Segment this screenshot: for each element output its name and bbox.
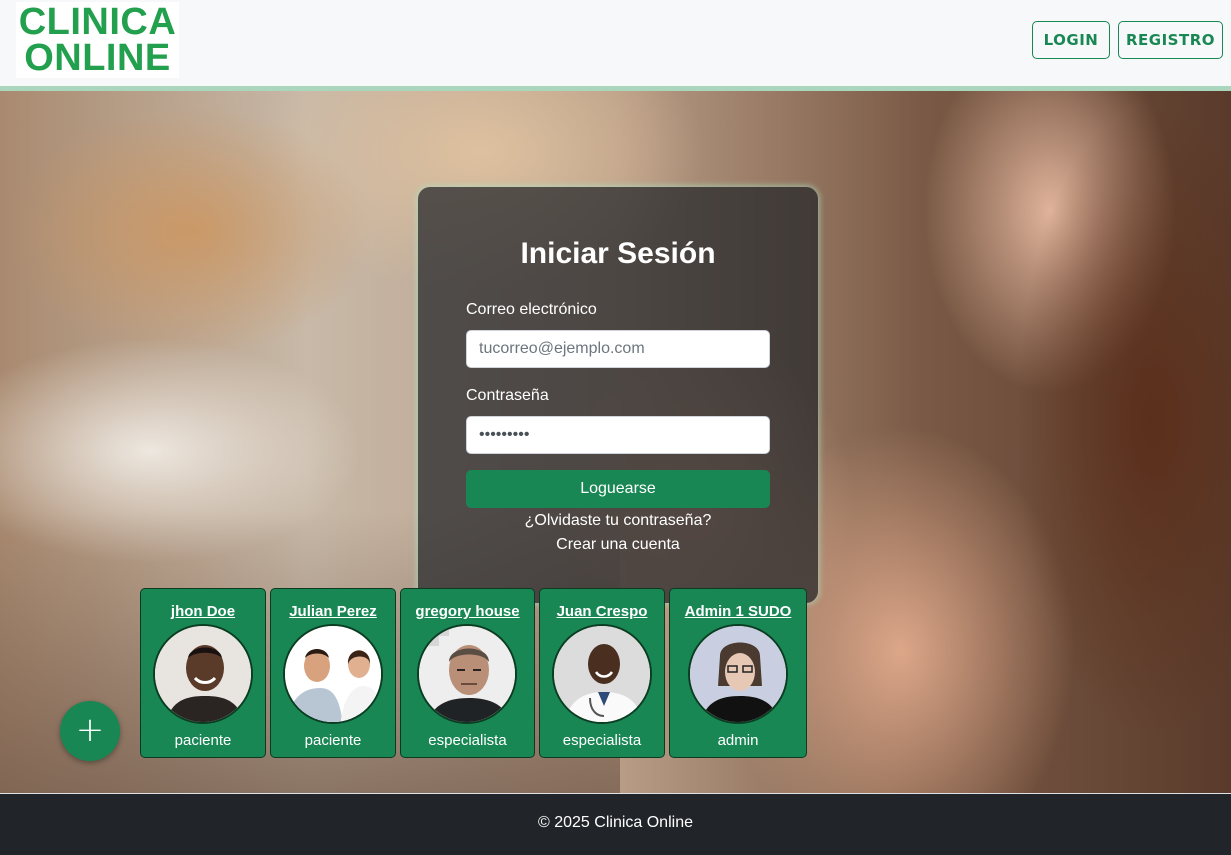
quick-user-name: Admin 1 SUDO <box>684 603 792 620</box>
quick-user-card[interactable]: gregory house especialista <box>400 588 535 758</box>
man-smiling-avatar <box>153 624 253 724</box>
quick-user-role: paciente <box>174 732 232 749</box>
quick-user-card[interactable]: Admin 1 SUDO admin <box>669 588 807 758</box>
quick-user-name: Juan Crespo <box>556 603 648 620</box>
register-nav-button[interactable]: REGISTRO <box>1118 21 1223 59</box>
login-submit-button[interactable]: Loguearse <box>466 470 770 508</box>
password-input[interactable] <box>466 416 770 454</box>
navbar: CLINICA ONLINE LOGIN REGISTRO <box>0 0 1231 91</box>
forgot-password-link[interactable]: ¿Olvidaste tu contraseña? <box>418 512 818 530</box>
background-blur-figure <box>931 91 1231 791</box>
quick-user-role: paciente <box>304 732 362 749</box>
create-account-link[interactable]: Crear una cuenta <box>418 536 818 554</box>
email-input[interactable] <box>466 330 770 368</box>
password-label: Contraseña <box>466 387 549 404</box>
man-portrait-avatar <box>417 624 517 724</box>
login-card: Iniciar Sesión Correo electrónico Contra… <box>418 187 818 603</box>
footer-copyright: © 2025 Clinica Online <box>538 814 693 831</box>
quick-user-name: Julian Perez <box>289 603 377 620</box>
brand-line-1: CLINICA <box>18 1 177 43</box>
login-title: Iniciar Sesión <box>520 237 716 270</box>
plus-icon: + <box>75 710 105 750</box>
quick-access-users: jhon Doe paciente Julian Perez paciente … <box>140 588 807 758</box>
doctor-patient-avatar <box>283 624 383 724</box>
quick-user-role: admin <box>717 732 759 749</box>
brand-line-2: ONLINE <box>24 37 171 79</box>
doctor-avatar <box>552 624 652 724</box>
footer: © 2025 Clinica Online <box>0 793 1231 855</box>
login-nav-button[interactable]: LOGIN <box>1032 21 1110 59</box>
quick-user-name: gregory house <box>415 603 520 620</box>
quick-user-name: jhon Doe <box>170 603 236 620</box>
admin-webcam-avatar <box>688 624 788 724</box>
quick-user-card[interactable]: Juan Crespo especialista <box>539 588 665 758</box>
quick-user-role: especialista <box>562 732 642 749</box>
quick-user-card[interactable]: jhon Doe paciente <box>140 588 266 758</box>
email-label: Correo electrónico <box>466 301 597 318</box>
add-floating-button[interactable]: + <box>60 701 120 761</box>
quick-user-role: especialista <box>428 732 507 749</box>
quick-user-card[interactable]: Julian Perez paciente <box>270 588 396 758</box>
brand-logo[interactable]: CLINICA ONLINE <box>16 2 179 78</box>
